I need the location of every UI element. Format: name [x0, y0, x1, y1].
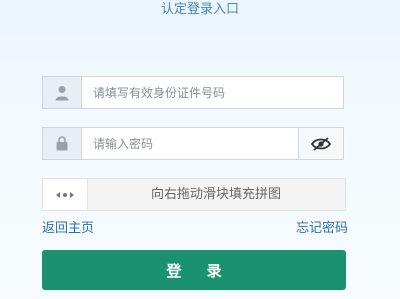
slider-handle[interactable] [43, 179, 88, 210]
password-input[interactable] [81, 128, 299, 159]
slide-captcha: 向右拖动滑块填充拼图 [42, 178, 346, 211]
id-number-field [42, 76, 344, 109]
slider-hint: 向右拖动滑块填充拼图 [150, 187, 281, 202]
back-home-link[interactable]: 返回主页 [42, 217, 94, 236]
login-button[interactable]: 登 录 [42, 250, 346, 290]
password-field [42, 127, 344, 160]
lock-icon [43, 128, 82, 159]
page-title: 认定登录入口 [160, 2, 239, 17]
forgot-password-link[interactable]: 忘记密码 [296, 217, 348, 236]
id-number-input[interactable] [81, 77, 343, 108]
eye-slash-icon[interactable] [298, 128, 343, 159]
drag-arrows-icon [55, 185, 75, 204]
user-icon [43, 77, 82, 108]
